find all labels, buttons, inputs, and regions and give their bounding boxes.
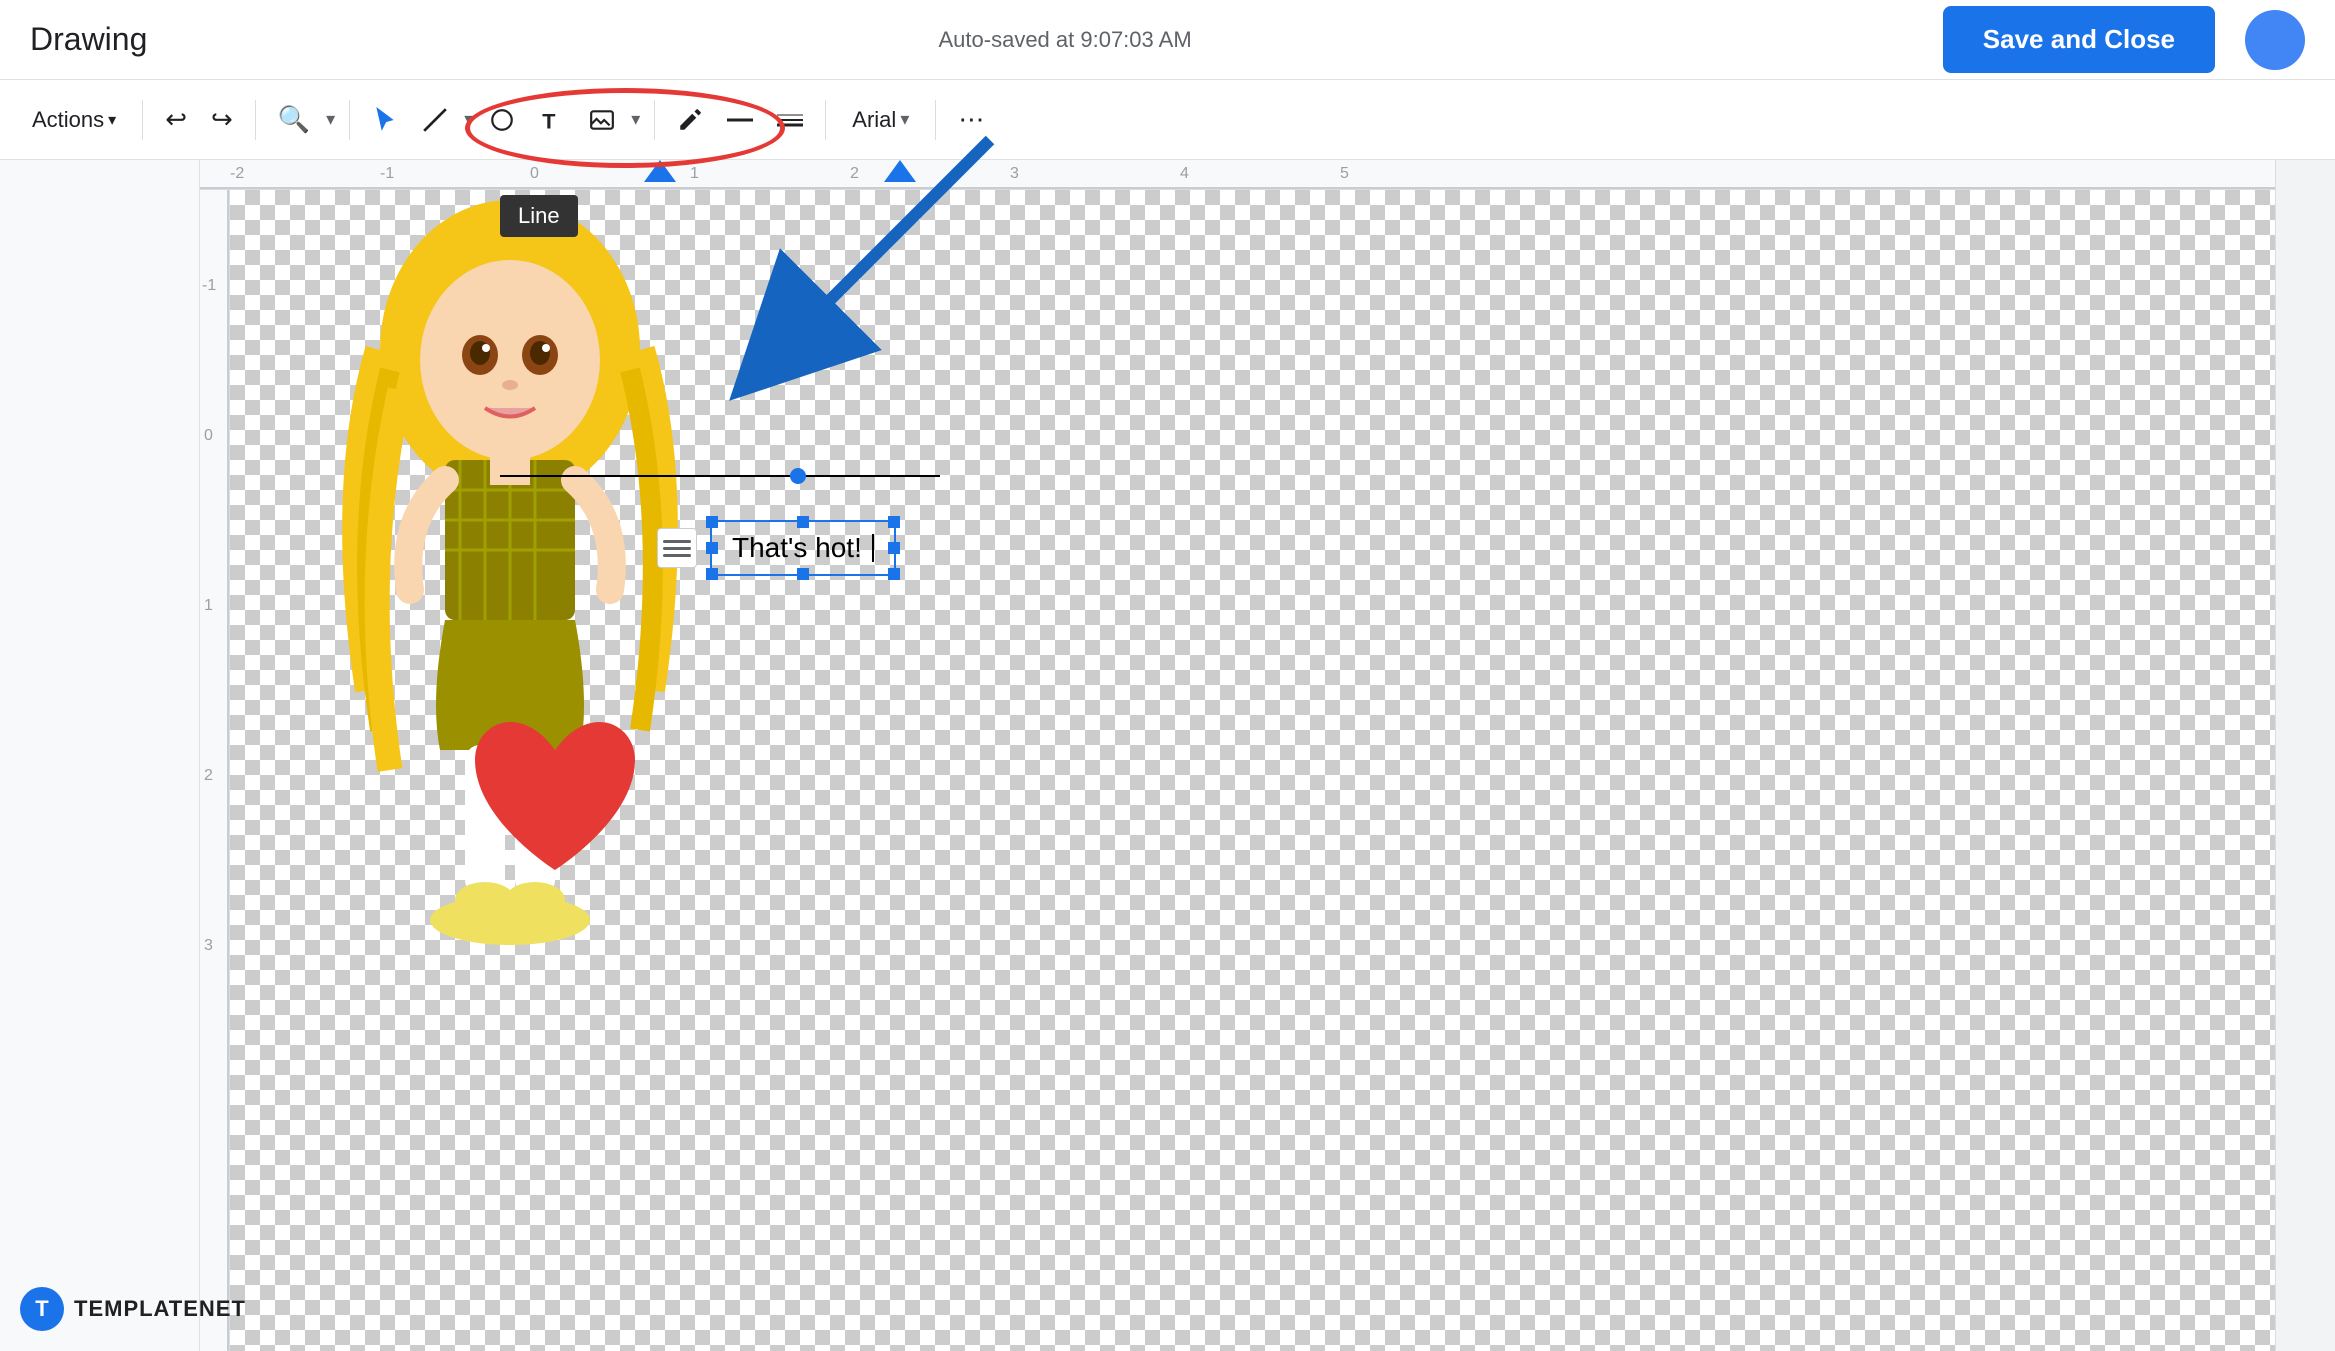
separator-2 (255, 100, 256, 140)
handle-top-center (797, 516, 809, 528)
handle-top-right (888, 516, 900, 528)
handle-middle-left (706, 542, 718, 554)
align-bar-2 (663, 547, 691, 550)
top-line-handle (790, 468, 806, 484)
separator-4 (654, 100, 655, 140)
svg-text:1: 1 (690, 165, 699, 182)
handle-bottom-center (797, 568, 809, 580)
zoom-chevron: ▾ (326, 109, 335, 130)
text-content: That's hot! (732, 532, 862, 564)
zoom-button[interactable]: 🔍 (270, 96, 318, 143)
handle-bottom-right (888, 568, 900, 580)
checker-background: That's hot! (230, 190, 2275, 1351)
heart-shape (455, 700, 655, 900)
svg-text:-1: -1 (380, 165, 394, 182)
svg-text:3: 3 (204, 937, 213, 954)
align-bar-1 (663, 540, 691, 543)
right-scrollbar[interactable] (2275, 160, 2335, 1351)
shape-tool-button[interactable] (481, 99, 523, 141)
svg-text:2: 2 (204, 767, 213, 784)
left-sidebar: oc xt (0, 0, 200, 1351)
logo-letter: T (35, 1296, 48, 1322)
font-selector-button[interactable]: Arial ▾ (840, 101, 921, 139)
logo-icon: T (20, 1287, 64, 1331)
actions-chevron: ▾ (108, 110, 116, 130)
drawing-canvas[interactable]: That's hot! (230, 190, 2275, 1351)
logo-text: TEMPLATENET (74, 1296, 246, 1322)
svg-text:3: 3 (1010, 165, 1019, 182)
top-bar: Drawing Auto-saved at 9:07:03 AM Save an… (0, 0, 2335, 80)
separator-1 (142, 100, 143, 140)
handle-top-left (706, 516, 718, 528)
save-close-button[interactable]: Save and Close (1943, 6, 2215, 73)
pen-color-button[interactable] (669, 99, 711, 141)
svg-text:0: 0 (204, 427, 213, 444)
actions-menu-button[interactable]: Actions ▾ (20, 99, 128, 141)
actions-label: Actions (32, 107, 104, 133)
tools-chevron: ▾ (631, 109, 640, 130)
text-top-line (500, 475, 940, 477)
text-cursor (872, 534, 874, 562)
text-align-icon[interactable] (657, 528, 697, 568)
line-tool-button[interactable] (414, 99, 456, 141)
ruler-left: -1 0 1 2 3 (200, 190, 230, 1351)
ruler-top: -2 -1 0 1 2 3 4 5 (200, 160, 2275, 190)
separator-3 (349, 100, 350, 140)
autosave-status: Auto-saved at 9:07:03 AM (187, 27, 1942, 53)
bottom-logo: T TEMPLATENET (20, 1287, 246, 1331)
font-name: Arial (852, 107, 896, 133)
avatar (2245, 10, 2305, 70)
svg-text:4: 4 (1180, 165, 1189, 182)
text-box[interactable]: That's hot! (710, 520, 896, 576)
line-style-button[interactable] (719, 108, 761, 132)
svg-text:-2: -2 (230, 165, 244, 182)
font-chevron: ▾ (900, 109, 909, 130)
app-title: Drawing (30, 21, 147, 58)
undo-button[interactable]: ↩ (157, 96, 195, 143)
image-tool-button[interactable] (581, 99, 623, 141)
more-options-button[interactable]: ⋯ (950, 96, 992, 143)
handle-middle-right (888, 542, 900, 554)
svg-text:0: 0 (530, 165, 539, 182)
redo-button[interactable]: ↪ (203, 96, 241, 143)
separator-6 (935, 100, 936, 140)
svg-text:T: T (543, 108, 556, 132)
svg-text:5: 5 (1340, 165, 1349, 182)
select-tool-button[interactable] (364, 99, 406, 141)
toolbar: Actions ▾ ↩ ↪ 🔍 ▾ ▾ T ▾ (0, 80, 2335, 160)
text-tool-button[interactable]: T (531, 99, 573, 141)
svg-text:-1: -1 (202, 277, 216, 294)
svg-text:1: 1 (204, 597, 213, 614)
line-tool-chevron: ▾ (464, 109, 473, 130)
svg-text:2: 2 (850, 165, 859, 182)
line-weight-button[interactable] (769, 105, 811, 135)
align-bar-3 (663, 554, 691, 557)
separator-5 (825, 100, 826, 140)
handle-bottom-left (706, 568, 718, 580)
